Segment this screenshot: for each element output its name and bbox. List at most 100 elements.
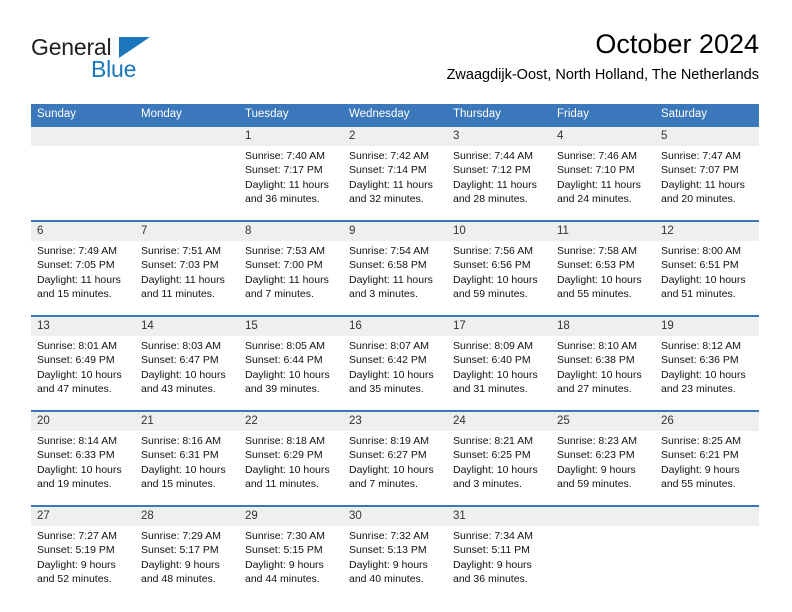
sunset-text: Sunset: 7:05 PM (37, 259, 115, 272)
day-number: 6 (37, 225, 44, 237)
day-cell[interactable] (31, 146, 135, 220)
day-cell[interactable]: Sunrise: 8:19 AM Sunset: 6:27 PM Dayligh… (343, 431, 447, 505)
sunset-text: Sunset: 6:23 PM (557, 449, 635, 462)
sunset-text: Sunset: 7:00 PM (245, 259, 323, 272)
daylight-text-line2: and 20 minutes. (661, 192, 736, 205)
day-cell[interactable]: Sunrise: 7:30 AM Sunset: 5:15 PM Dayligh… (239, 526, 343, 592)
sunrise-text: Sunrise: 7:46 AM (557, 150, 637, 162)
daylight-text-line2: and 51 minutes. (661, 287, 736, 300)
sunset-text: Sunset: 6:33 PM (37, 449, 115, 462)
day-number: 18 (557, 320, 570, 332)
general-blue-logo[interactable]: General Blue (31, 34, 261, 90)
day-cell[interactable]: Sunrise: 7:34 AM Sunset: 5:11 PM Dayligh… (447, 526, 551, 592)
daylight-text-line1: Daylight: 11 hours (557, 178, 641, 191)
day-cell[interactable]: Sunrise: 7:27 AM Sunset: 5:19 PM Dayligh… (31, 526, 135, 592)
daylight-text-line2: and 3 minutes. (349, 287, 418, 300)
sunrise-text: Sunrise: 7:34 AM (453, 530, 533, 542)
sunrise-text: Sunrise: 7:51 AM (141, 245, 221, 257)
day-cell[interactable]: Sunrise: 8:18 AM Sunset: 6:29 PM Dayligh… (239, 431, 343, 505)
day-cell[interactable]: Sunrise: 8:12 AM Sunset: 6:36 PM Dayligh… (655, 336, 759, 410)
day-cell[interactable]: Sunrise: 8:14 AM Sunset: 6:33 PM Dayligh… (31, 431, 135, 505)
daylight-text-line2: and 11 minutes. (141, 287, 215, 300)
daylight-text-line1: Daylight: 10 hours (349, 463, 434, 476)
daylight-text-line1: Daylight: 9 hours (453, 558, 532, 571)
sunrise-text: Sunrise: 7:29 AM (141, 530, 221, 542)
sunset-text: Sunset: 6:31 PM (141, 449, 219, 462)
day-number: 15 (245, 320, 258, 332)
daylight-text-line1: Daylight: 9 hours (141, 558, 220, 571)
day-cell[interactable]: Sunrise: 8:10 AM Sunset: 6:38 PM Dayligh… (551, 336, 655, 410)
daylight-text-line2: and 3 minutes. (453, 477, 522, 490)
sunset-text: Sunset: 6:36 PM (661, 354, 739, 367)
day-cell[interactable]: Sunrise: 7:47 AM Sunset: 7:07 PM Dayligh… (655, 146, 759, 220)
day-number: 14 (141, 320, 154, 332)
daylight-text-line1: Daylight: 10 hours (141, 463, 226, 476)
sunrise-text: Sunrise: 7:53 AM (245, 245, 325, 257)
sunset-text: Sunset: 6:47 PM (141, 354, 219, 367)
daylight-text-line1: Daylight: 10 hours (245, 368, 330, 381)
day-cell[interactable]: Sunrise: 8:00 AM Sunset: 6:51 PM Dayligh… (655, 241, 759, 315)
day-cell[interactable]: Sunrise: 7:46 AM Sunset: 7:10 PM Dayligh… (551, 146, 655, 220)
sunset-text: Sunset: 7:17 PM (245, 164, 323, 177)
day-number: 3 (453, 130, 460, 142)
calendar-week-row: 20 21 22 23 24 25 26 Sunrise: 8:14 AM Su… (31, 410, 759, 505)
daylight-text-line1: Daylight: 9 hours (245, 558, 324, 571)
daylight-text-line2: and 11 minutes. (245, 477, 319, 490)
day-cell[interactable]: Sunrise: 7:58 AM Sunset: 6:53 PM Dayligh… (551, 241, 655, 315)
sunrise-text: Sunrise: 7:54 AM (349, 245, 429, 257)
day-cell[interactable]: Sunrise: 8:07 AM Sunset: 6:42 PM Dayligh… (343, 336, 447, 410)
week-detail-band: Sunrise: 8:01 AM Sunset: 6:49 PM Dayligh… (31, 336, 759, 410)
daylight-text-line2: and 35 minutes. (349, 382, 424, 395)
page-header: General Blue October 2024 Zwaagdijk-Oost… (31, 28, 759, 98)
day-cell[interactable]: Sunrise: 7:53 AM Sunset: 7:00 PM Dayligh… (239, 241, 343, 315)
day-cell[interactable]: Sunrise: 8:21 AM Sunset: 6:25 PM Dayligh… (447, 431, 551, 505)
day-cell[interactable]: Sunrise: 7:32 AM Sunset: 5:13 PM Dayligh… (343, 526, 447, 592)
day-number: 12 (661, 225, 674, 237)
page-subtitle: Zwaagdijk-Oost, North Holland, The Nethe… (446, 67, 759, 83)
sunrise-text: Sunrise: 7:58 AM (557, 245, 637, 257)
sunset-text: Sunset: 7:12 PM (453, 164, 531, 177)
day-cell[interactable]: Sunrise: 8:16 AM Sunset: 6:31 PM Dayligh… (135, 431, 239, 505)
daylight-text-line1: Daylight: 10 hours (453, 273, 538, 286)
daylight-text-line1: Daylight: 10 hours (245, 463, 330, 476)
week-daynumber-band: 27 28 29 30 31 (31, 507, 759, 526)
day-cell[interactable]: Sunrise: 7:40 AM Sunset: 7:17 PM Dayligh… (239, 146, 343, 220)
sunset-text: Sunset: 6:21 PM (661, 449, 739, 462)
daylight-text-line2: and 36 minutes. (453, 572, 528, 585)
day-cell[interactable]: Sunrise: 8:05 AM Sunset: 6:44 PM Dayligh… (239, 336, 343, 410)
daylight-text-line1: Daylight: 11 hours (453, 178, 537, 191)
sunrise-text: Sunrise: 8:21 AM (453, 435, 533, 447)
sunset-text: Sunset: 6:56 PM (453, 259, 531, 272)
sunrise-text: Sunrise: 8:19 AM (349, 435, 429, 447)
day-cell[interactable] (135, 146, 239, 220)
day-cell[interactable]: Sunrise: 8:23 AM Sunset: 6:23 PM Dayligh… (551, 431, 655, 505)
day-cell[interactable]: Sunrise: 7:51 AM Sunset: 7:03 PM Dayligh… (135, 241, 239, 315)
week-daynumber-band: 13 14 15 16 17 18 19 (31, 317, 759, 336)
weekday-header-saturday: Saturday (661, 108, 708, 120)
sunset-text: Sunset: 6:53 PM (557, 259, 635, 272)
day-cell[interactable] (655, 526, 759, 592)
day-cell[interactable]: Sunrise: 7:49 AM Sunset: 7:05 PM Dayligh… (31, 241, 135, 315)
day-number: 17 (453, 320, 466, 332)
day-cell[interactable]: Sunrise: 7:29 AM Sunset: 5:17 PM Dayligh… (135, 526, 239, 592)
day-cell[interactable]: Sunrise: 7:54 AM Sunset: 6:58 PM Dayligh… (343, 241, 447, 315)
daylight-text-line2: and 15 minutes. (37, 287, 112, 300)
day-number: 8 (245, 225, 252, 237)
daylight-text-line1: Daylight: 10 hours (349, 368, 434, 381)
week-detail-band: Sunrise: 7:49 AM Sunset: 7:05 PM Dayligh… (31, 241, 759, 315)
day-cell[interactable]: Sunrise: 7:42 AM Sunset: 7:14 PM Dayligh… (343, 146, 447, 220)
day-cell[interactable]: Sunrise: 7:56 AM Sunset: 6:56 PM Dayligh… (447, 241, 551, 315)
day-cell[interactable]: Sunrise: 8:09 AM Sunset: 6:40 PM Dayligh… (447, 336, 551, 410)
sunrise-text: Sunrise: 8:07 AM (349, 340, 429, 352)
day-number (135, 127, 239, 146)
weekday-header-sunday: Sunday (37, 108, 77, 120)
daylight-text-line1: Daylight: 10 hours (453, 368, 538, 381)
sunset-text: Sunset: 5:19 PM (37, 544, 115, 557)
day-cell[interactable]: Sunrise: 7:44 AM Sunset: 7:12 PM Dayligh… (447, 146, 551, 220)
day-cell[interactable]: Sunrise: 8:25 AM Sunset: 6:21 PM Dayligh… (655, 431, 759, 505)
day-cell[interactable] (551, 526, 655, 592)
day-cell[interactable]: Sunrise: 8:03 AM Sunset: 6:47 PM Dayligh… (135, 336, 239, 410)
daylight-text-line2: and 28 minutes. (453, 192, 528, 205)
day-number: 25 (557, 415, 570, 427)
day-cell[interactable]: Sunrise: 8:01 AM Sunset: 6:49 PM Dayligh… (31, 336, 135, 410)
